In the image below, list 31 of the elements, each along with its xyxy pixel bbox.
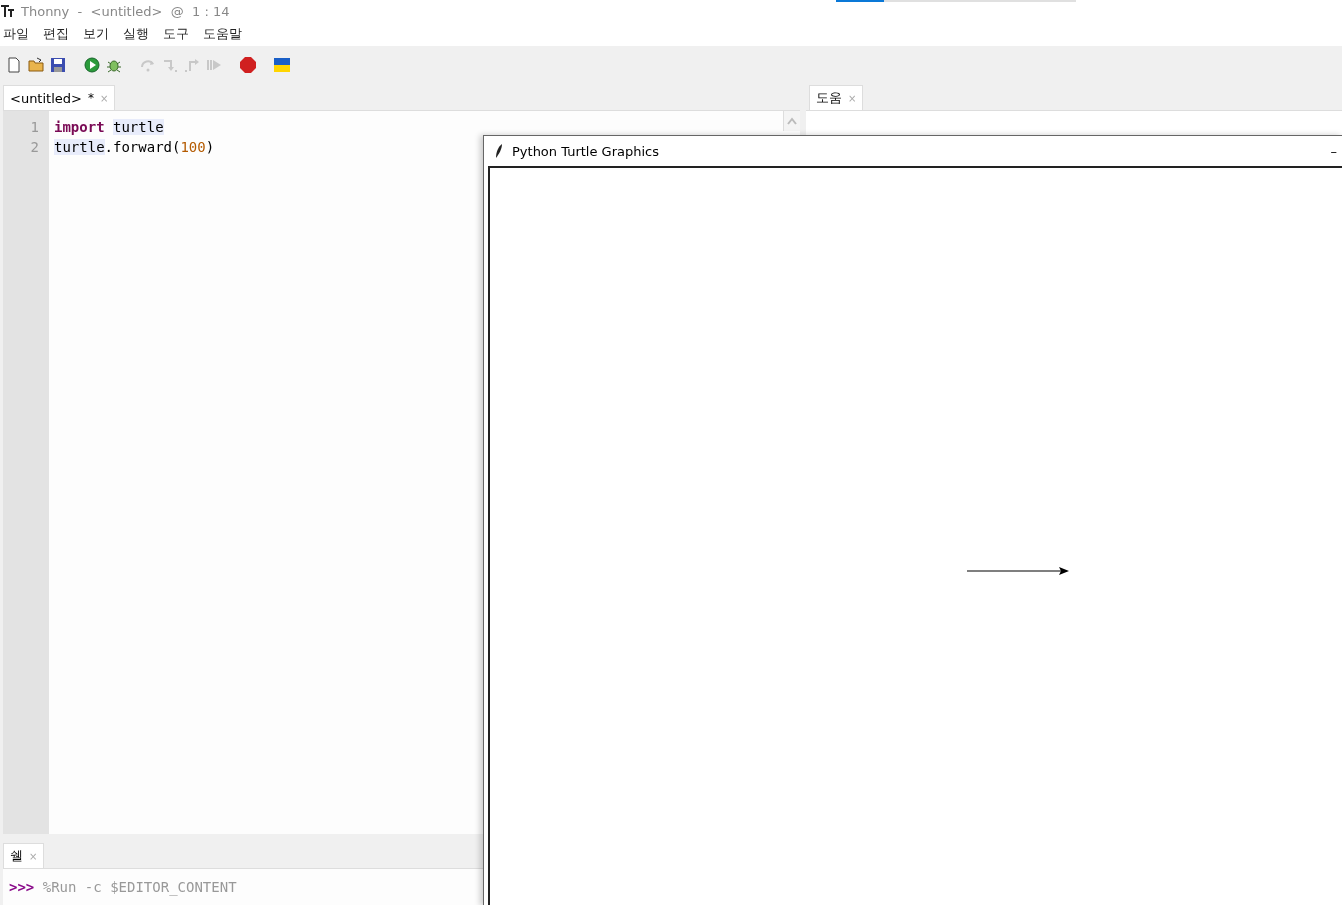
menu-item[interactable]: 도움말 bbox=[203, 25, 242, 43]
menu-item[interactable]: 보기 bbox=[83, 25, 109, 43]
tab-label[interactable]: 도움 bbox=[816, 89, 842, 107]
bug-icon[interactable] bbox=[106, 57, 122, 73]
folder-icon[interactable] bbox=[28, 57, 44, 73]
stop-icon[interactable] bbox=[240, 57, 256, 73]
new-file-icon[interactable] bbox=[6, 57, 22, 73]
line-number: 2 bbox=[29, 138, 40, 157]
tab-label[interactable]: <untitled> bbox=[10, 90, 82, 106]
code-line: turtle.forward(100) bbox=[54, 138, 215, 157]
tab[interactable]: <untitled> * × bbox=[3, 85, 116, 110]
line-number: 1 bbox=[29, 118, 40, 137]
menu-item[interactable]: 도구 bbox=[163, 25, 189, 43]
turtle-window-title: Python Turtle Graphics bbox=[512, 143, 660, 159]
tab-label[interactable]: 쉘 bbox=[10, 847, 23, 865]
modified-indicator: * bbox=[87, 91, 94, 105]
scrollbar[interactable] bbox=[783, 111, 800, 131]
code-line: import turtle bbox=[54, 118, 164, 137]
menu-item[interactable]: 편집 bbox=[43, 25, 69, 43]
shell-command: >>> %Run -c $EDITOR_CONTENT bbox=[9, 879, 237, 895]
thonny-logo-icon bbox=[1, 4, 15, 18]
minimize-button[interactable]: – bbox=[1330, 143, 1337, 159]
window-title: Thonny - <untitled> @ 1 : 14 bbox=[21, 3, 230, 19]
ukraine-flag-icon[interactable] bbox=[274, 57, 290, 73]
menu-item[interactable]: 파일 bbox=[3, 25, 29, 43]
menu-item[interactable]: 실행 bbox=[123, 25, 149, 43]
feather-icon bbox=[494, 143, 504, 159]
tab[interactable]: 도움 × bbox=[809, 85, 864, 110]
tab[interactable]: 쉘 × bbox=[3, 843, 45, 868]
run-icon[interactable] bbox=[84, 57, 100, 73]
save-icon[interactable] bbox=[50, 57, 66, 73]
